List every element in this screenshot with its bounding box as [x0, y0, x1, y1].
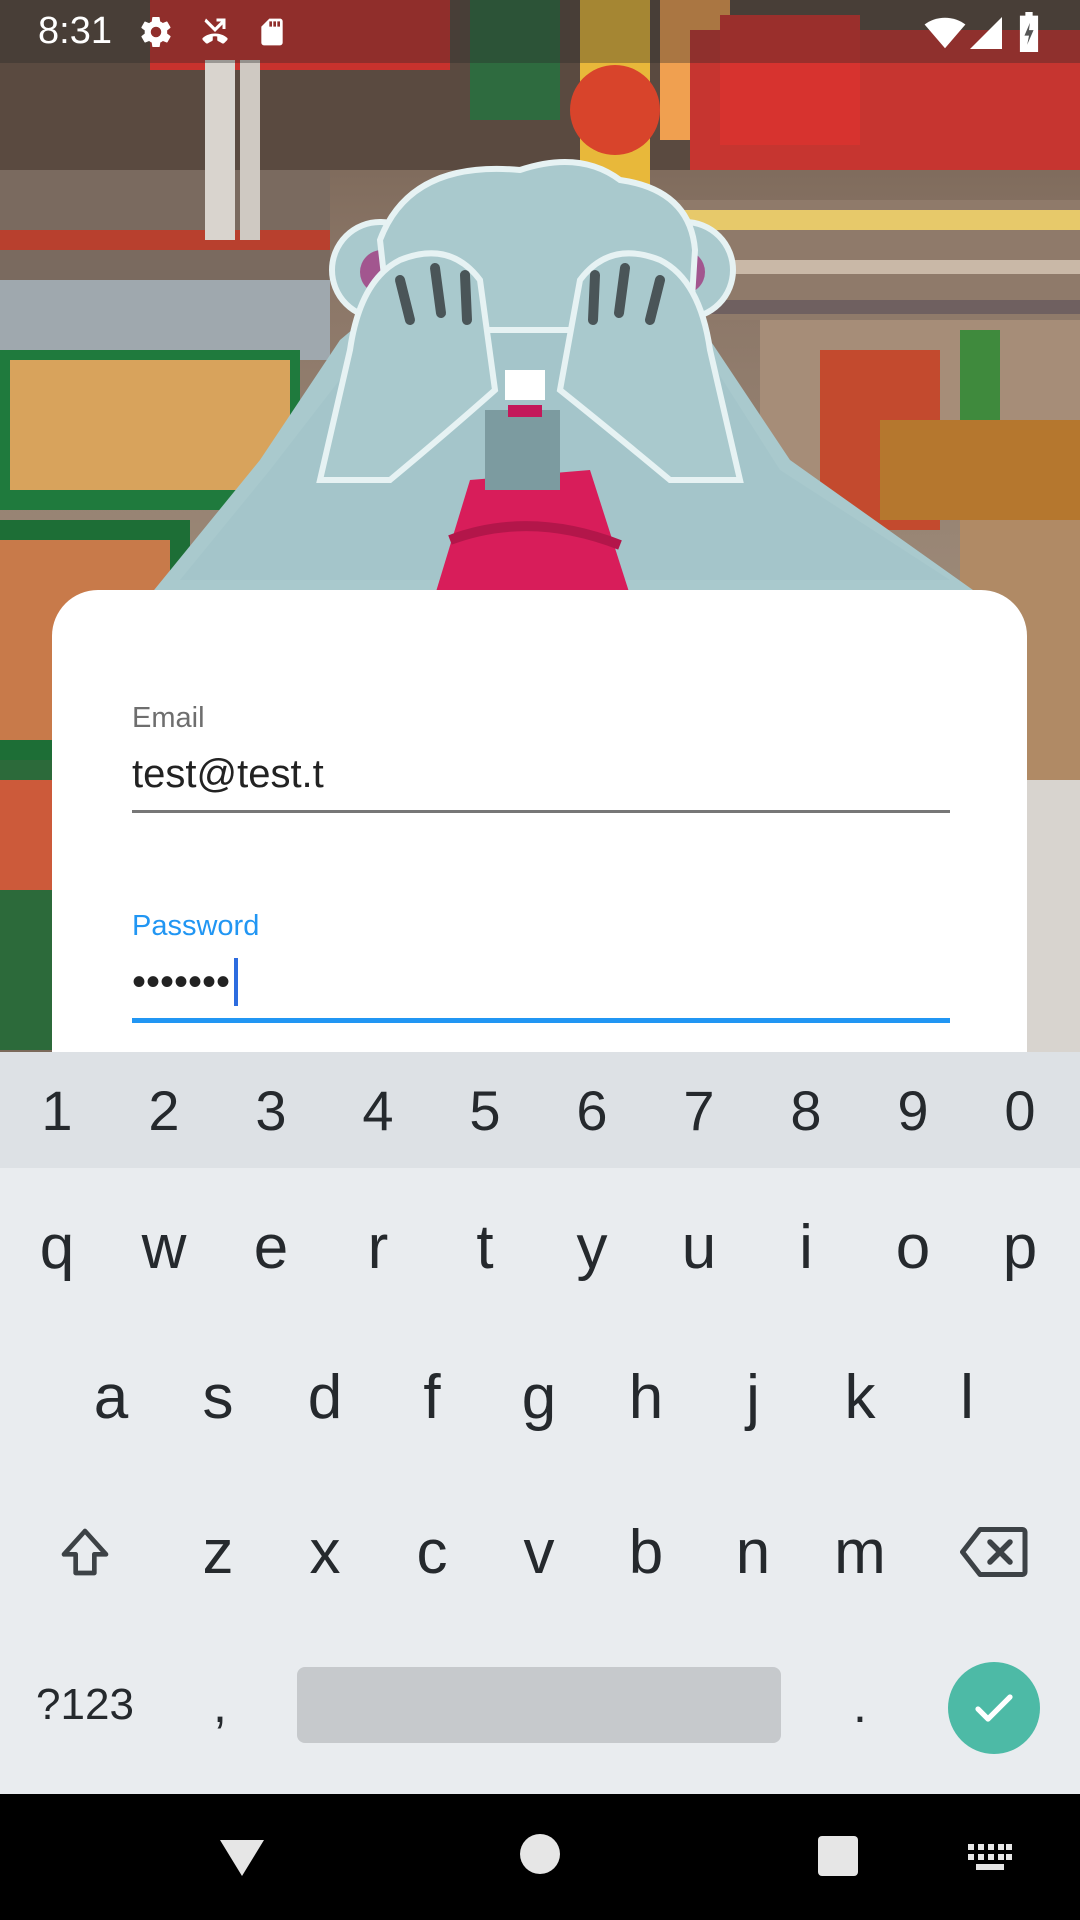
- key-f[interactable]: f: [389, 1342, 475, 1452]
- key-2[interactable]: 2: [121, 1052, 207, 1168]
- key-n[interactable]: n: [710, 1497, 796, 1607]
- status-bar: 8:31: [0, 0, 1080, 63]
- key-z[interactable]: z: [175, 1497, 261, 1607]
- key-7[interactable]: 7: [656, 1052, 742, 1168]
- password-underline: [132, 1018, 950, 1023]
- back-icon[interactable]: [218, 1836, 266, 1885]
- key-v[interactable]: v: [496, 1497, 582, 1607]
- shift-key[interactable]: [40, 1497, 130, 1607]
- key-o[interactable]: o: [870, 1192, 956, 1302]
- period-key[interactable]: .: [815, 1652, 905, 1758]
- key-0[interactable]: 0: [977, 1052, 1063, 1168]
- backspace-icon: [960, 1527, 1028, 1577]
- key-w[interactable]: w: [121, 1192, 207, 1302]
- key-h[interactable]: h: [603, 1342, 689, 1452]
- key-k[interactable]: k: [817, 1342, 903, 1452]
- shift-icon: [61, 1528, 109, 1576]
- settings-icon: [138, 14, 174, 55]
- email-field[interactable]: Email test@test.t: [132, 702, 950, 813]
- email-label: Email: [132, 702, 205, 734]
- recents-icon[interactable]: [818, 1836, 858, 1881]
- password-value: •••••••: [132, 959, 231, 1004]
- key-l[interactable]: l: [924, 1342, 1010, 1452]
- key-9[interactable]: 9: [870, 1052, 956, 1168]
- keyboard-switch-icon[interactable]: [968, 1844, 1012, 1877]
- wifi-icon: [924, 16, 966, 55]
- navigation-bar: [0, 1794, 1080, 1920]
- key-u[interactable]: u: [656, 1192, 742, 1302]
- key-a[interactable]: a: [68, 1342, 154, 1452]
- email-input[interactable]: test@test.t: [132, 749, 950, 799]
- key-g[interactable]: g: [496, 1342, 582, 1452]
- key-c[interactable]: c: [389, 1497, 475, 1607]
- key-5[interactable]: 5: [442, 1052, 528, 1168]
- password-field[interactable]: Password •••••••: [132, 910, 950, 1023]
- key-q[interactable]: q: [14, 1192, 100, 1302]
- text-caret: [234, 958, 239, 1006]
- missed-call-icon: [195, 14, 235, 55]
- backspace-key[interactable]: [950, 1497, 1040, 1607]
- key-d[interactable]: d: [282, 1342, 368, 1452]
- password-input[interactable]: •••••••: [132, 957, 950, 1007]
- home-icon[interactable]: [520, 1834, 560, 1879]
- key-r[interactable]: r: [335, 1192, 421, 1302]
- number-row: 1 2 3 4 5 6 7 8 9 0: [0, 1052, 1080, 1168]
- sd-card-icon: [256, 14, 288, 55]
- soft-keyboard: 1 2 3 4 5 6 7 8 9 0 q w e r t y u i o p …: [0, 1052, 1080, 1794]
- key-s[interactable]: s: [175, 1342, 261, 1452]
- key-4[interactable]: 4: [335, 1052, 421, 1168]
- bear-mascot: [150, 150, 980, 595]
- key-y[interactable]: y: [549, 1192, 635, 1302]
- email-underline: [132, 810, 950, 813]
- key-e[interactable]: e: [228, 1192, 314, 1302]
- key-6[interactable]: 6: [549, 1052, 635, 1168]
- password-label: Password: [132, 910, 260, 942]
- battery-charging-icon: [1018, 12, 1040, 57]
- login-card: Email test@test.t Password •••••••: [52, 590, 1027, 1060]
- key-8[interactable]: 8: [763, 1052, 849, 1168]
- enter-key[interactable]: [948, 1662, 1040, 1754]
- key-p[interactable]: p: [977, 1192, 1063, 1302]
- space-bar[interactable]: [297, 1667, 781, 1743]
- key-i[interactable]: i: [763, 1192, 849, 1302]
- key-1[interactable]: 1: [14, 1052, 100, 1168]
- checkmark-icon: [975, 1694, 1013, 1722]
- key-m[interactable]: m: [817, 1497, 903, 1607]
- comma-key[interactable]: ,: [175, 1652, 265, 1758]
- key-x[interactable]: x: [282, 1497, 368, 1607]
- key-3[interactable]: 3: [228, 1052, 314, 1168]
- key-b[interactable]: b: [603, 1497, 689, 1607]
- status-time: 8:31: [38, 10, 112, 52]
- symbols-key[interactable]: ?123: [20, 1652, 150, 1758]
- signal-icon: [970, 16, 1002, 55]
- key-t[interactable]: t: [442, 1192, 528, 1302]
- key-j[interactable]: j: [710, 1342, 796, 1452]
